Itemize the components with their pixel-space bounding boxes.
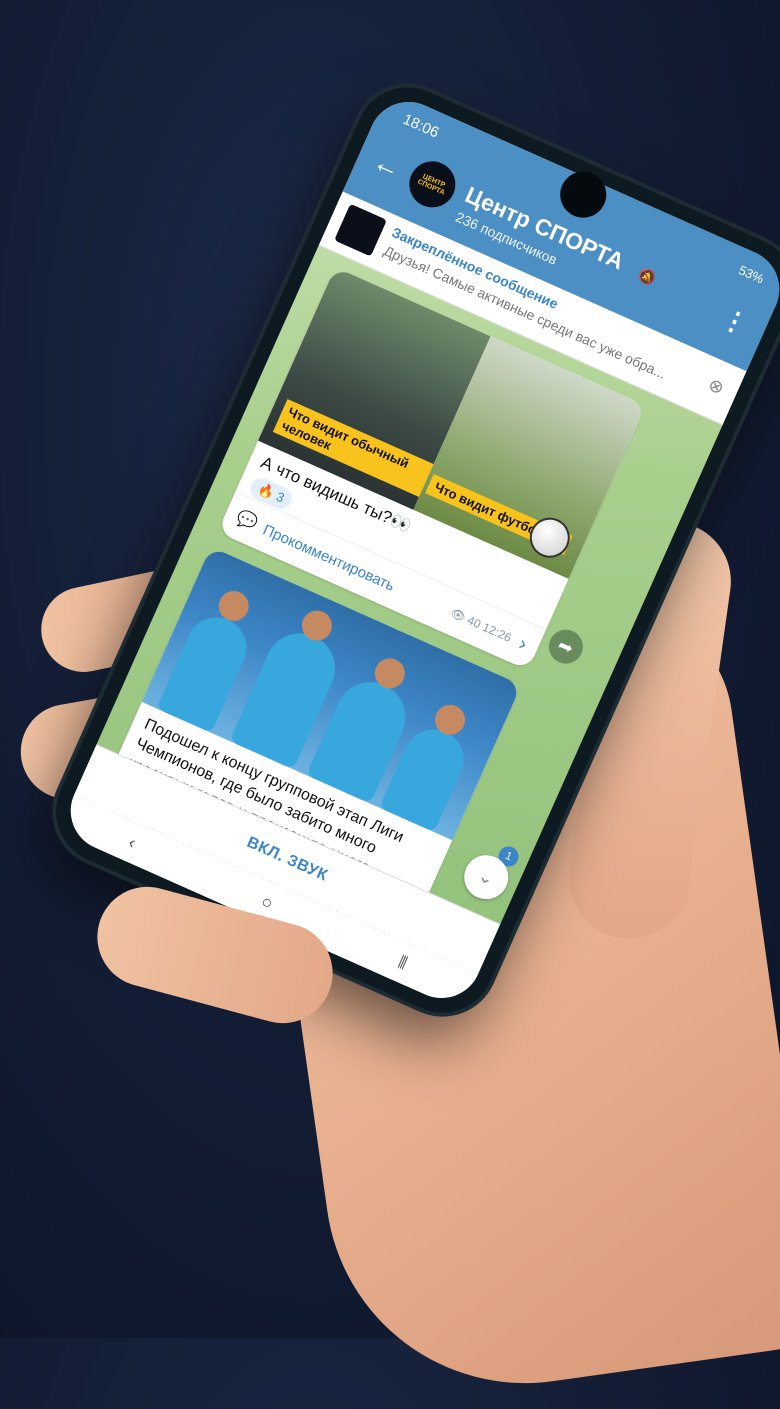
- eye-icon: 👁: [448, 605, 468, 625]
- status-battery: 53%: [736, 262, 767, 287]
- channel-avatar[interactable]: ЦЕНТР СПОРТА: [401, 154, 463, 215]
- avatar-text: ЦЕНТР СПОРТА: [416, 173, 447, 197]
- pinned-thumbnail: [334, 203, 387, 257]
- back-arrow-icon[interactable]: ←: [368, 145, 406, 185]
- unpin-icon[interactable]: ⊗: [705, 374, 727, 399]
- share-arrow-icon[interactable]: ➦: [543, 624, 589, 670]
- post-time: 12:26: [480, 619, 514, 645]
- fire-icon: 🔥: [255, 480, 277, 502]
- status-time: 18:06: [400, 110, 442, 142]
- muted-icon: 🔕: [635, 265, 659, 288]
- more-vert-icon[interactable]: ⋮: [716, 302, 753, 341]
- nav-home-icon[interactable]: ○: [258, 890, 276, 914]
- nav-recents-icon[interactable]: ⦀: [395, 951, 410, 973]
- reaction-count: 3: [274, 488, 287, 506]
- chevron-right-icon: ›: [515, 632, 531, 655]
- comment-icon: 💬: [233, 507, 261, 534]
- view-count: 40: [465, 613, 484, 632]
- post-meta: 👁 40 12:26: [448, 606, 513, 645]
- nav-back-icon[interactable]: ‹: [125, 831, 140, 853]
